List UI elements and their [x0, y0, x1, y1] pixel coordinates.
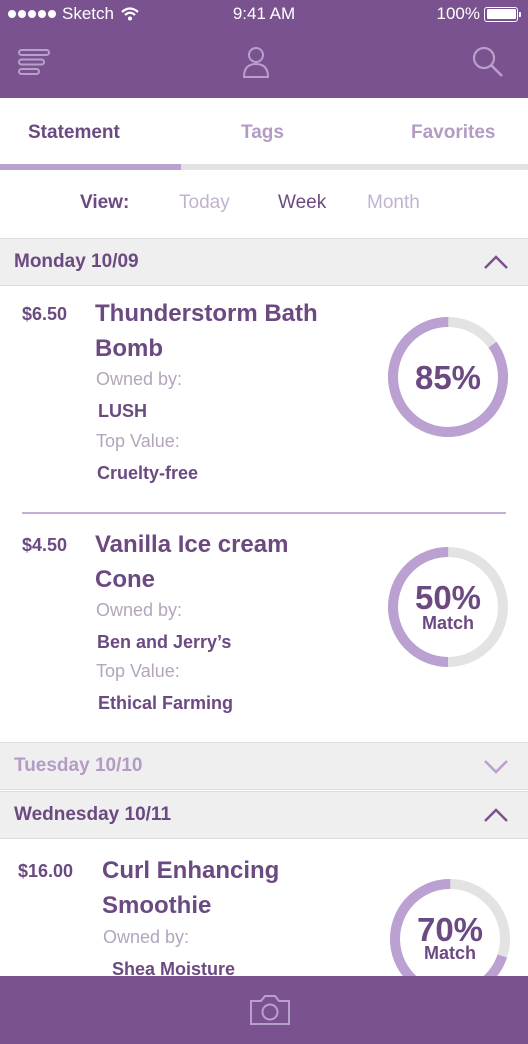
chevron-up-icon[interactable]: [482, 251, 510, 273]
view-option-month[interactable]: Month: [367, 192, 420, 214]
item-title-line: Bomb: [95, 335, 163, 362]
top-value: Cruelty-free: [97, 463, 199, 483]
top-value: Ethical Farming: [98, 693, 234, 713]
top-value-label: Top Value:: [96, 661, 180, 681]
menu-icon[interactable]: [16, 44, 52, 80]
section-label: Wednesday 10/11: [14, 804, 172, 825]
view-option-today[interactable]: Today: [179, 192, 230, 214]
item-price: $4.50: [22, 535, 68, 555]
section-label: Monday 10/09: [14, 251, 139, 272]
match-percent: 50%: [414, 579, 482, 616]
top-bar: Sketch 9:41 AM 100%: [0, 0, 528, 98]
match-label: Match: [423, 943, 476, 963]
camera-icon[interactable]: [248, 993, 292, 1027]
view-option-week[interactable]: Week: [278, 192, 326, 214]
item-divider: [22, 512, 506, 514]
top-value-label: Top Value:: [96, 431, 180, 451]
view-label: View:: [80, 192, 130, 213]
app-frame: Sketch 9:41 AM 100% Statement Tags Favor…: [0, 0, 528, 1044]
section-header-monday[interactable]: Monday 10/09: [0, 238, 528, 286]
item-title-line: Cone: [95, 566, 155, 593]
item-title-line: Vanilla Ice cream: [95, 531, 289, 558]
search-icon[interactable]: [470, 44, 506, 80]
tab-bar: Statement Tags Favorites: [0, 98, 528, 170]
owner-name: Ben and Jerry’s: [97, 632, 232, 652]
battery-group: 100%: [436, 4, 521, 24]
section-header-wednesday[interactable]: Wednesday 10/11: [0, 791, 528, 839]
match-ring: 85%: [386, 315, 510, 439]
chevron-up-icon[interactable]: [482, 804, 510, 826]
status-bar: Sketch 9:41 AM 100%: [0, 0, 528, 28]
section-header-tuesday[interactable]: Tuesday 10/10: [0, 742, 528, 790]
item-title-line: Smoothie: [102, 892, 212, 919]
match-ring: 50% Match: [386, 545, 510, 669]
bottom-bar: [0, 976, 528, 1044]
match-percent: 85%: [414, 359, 482, 396]
tab-favorites[interactable]: Favorites: [411, 122, 495, 144]
section-label: Tuesday 10/10: [14, 755, 143, 776]
tab-tags[interactable]: Tags: [241, 122, 284, 144]
owned-by-label: Owned by:: [103, 927, 190, 947]
item-title-line: Thunderstorm Bath: [95, 300, 318, 327]
profile-icon[interactable]: [238, 44, 274, 80]
item-title: Curl Enhancing Smoothie: [102, 853, 372, 923]
item-price: $16.00: [18, 861, 74, 881]
view-filter: View: Today Week Month: [0, 170, 528, 238]
item-price: $6.50: [22, 304, 68, 324]
tab-statement[interactable]: Statement: [28, 122, 120, 144]
chevron-down-icon[interactable]: [482, 755, 510, 777]
match-label: Match: [421, 613, 474, 633]
item-title: Vanilla Ice cream Cone: [95, 527, 365, 597]
item-title: Thunderstorm Bath Bomb: [95, 296, 365, 366]
battery-icon: [484, 6, 521, 22]
item-title-line: Curl Enhancing: [102, 857, 280, 884]
owner-name: LUSH: [98, 401, 147, 421]
owned-by-label: Owned by:: [96, 600, 183, 620]
battery-percent: 100%: [436, 4, 480, 23]
owned-by-label: Owned by:: [96, 369, 183, 389]
